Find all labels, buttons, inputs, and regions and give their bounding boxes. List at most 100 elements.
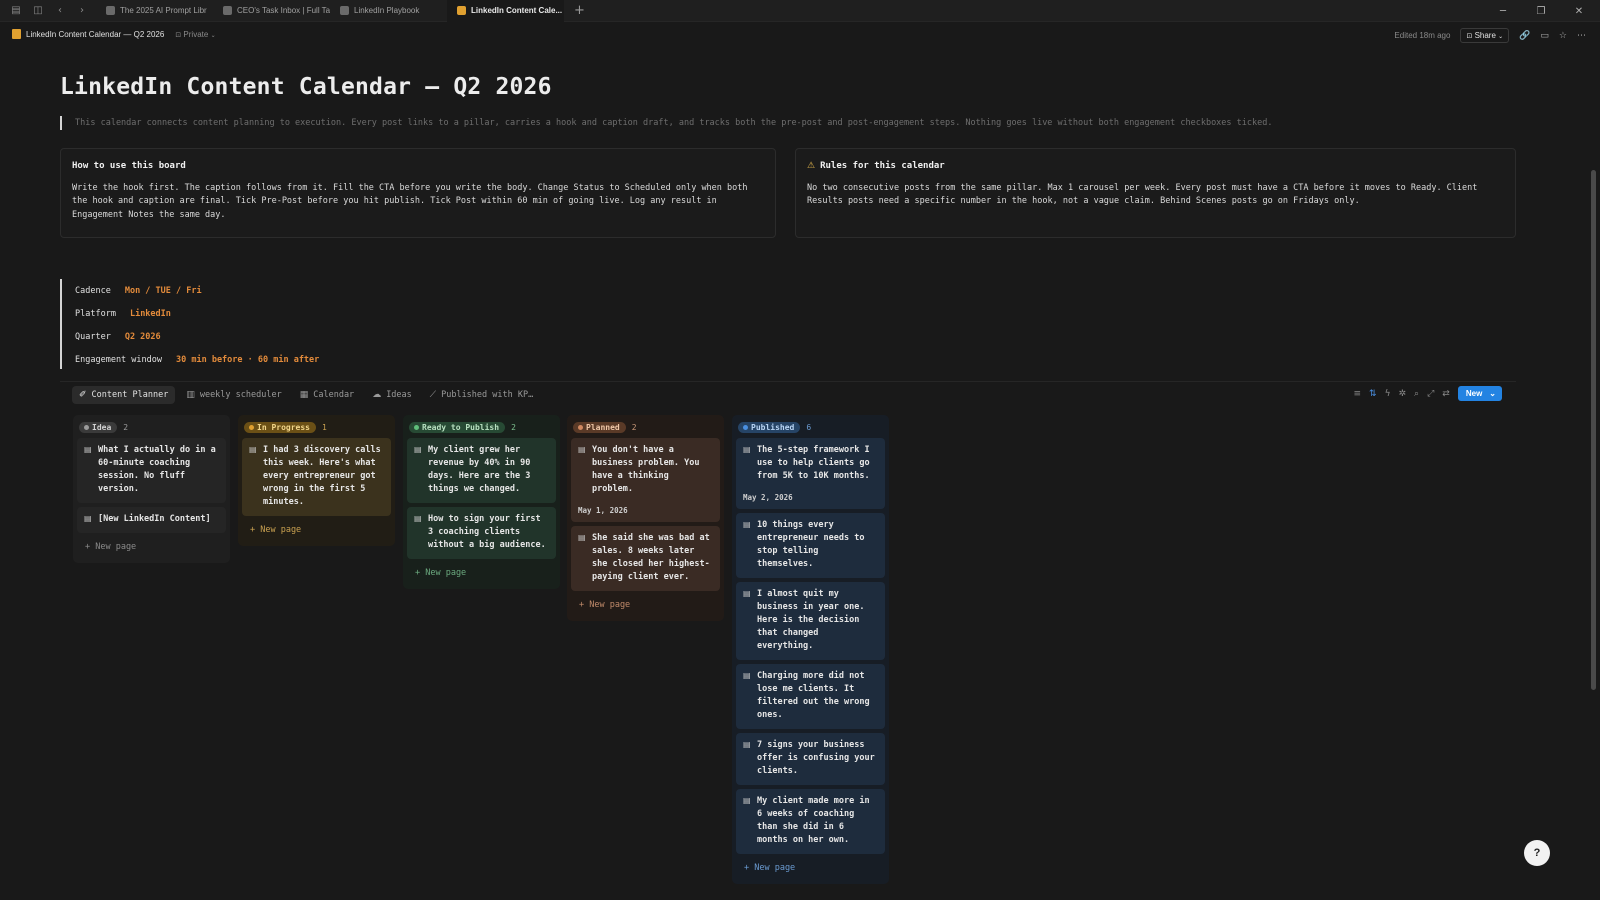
view-tab[interactable]: ☁ Ideas (365, 386, 419, 404)
view-label: Calendar (313, 389, 355, 400)
column-header[interactable]: Planned 2 (571, 419, 720, 435)
board-column: Published 6 ▤ The 5-step framework I use to… (732, 415, 889, 884)
status-dot-icon (743, 424, 748, 430)
new-dropdown-icon[interactable]: ⌄ (1489, 389, 1496, 398)
page-icon: ▤ (414, 514, 422, 523)
status-dot-icon (578, 424, 583, 430)
new-page-button[interactable]: + New page (571, 595, 720, 615)
board-card[interactable]: ▤ Charging more did not lose me clients. … (736, 664, 885, 729)
view-tab[interactable]: ⟋ Published with KP… (423, 386, 540, 404)
board-column: Planned 2 ▤ You don't have a business probl… (567, 415, 724, 621)
board-card[interactable]: ▤ The 5-step framework I use to help clie… (736, 438, 885, 509)
new-tab-button[interactable]: + (574, 3, 585, 18)
meta-label: Quarter (75, 331, 111, 342)
ai-icon[interactable]: ✲ (1399, 389, 1407, 399)
view-label: weekly scheduler (199, 389, 282, 400)
board-card[interactable]: ▤ I almost quit my business in year one. … (736, 582, 885, 660)
new-entry-button[interactable]: New ⌄ (1457, 386, 1502, 401)
privacy-badge[interactable]: ⊡ Private ⌄ (175, 30, 215, 39)
column-header[interactable]: Idea 2 (77, 419, 226, 435)
tab-favicon-icon (340, 6, 349, 15)
expand-icon[interactable]: ⤢ (1427, 389, 1434, 399)
column-header[interactable]: Published 6 (736, 419, 885, 435)
column-header[interactable]: Ready to Publish 2 (407, 419, 556, 435)
view-icon: ⟋ (429, 389, 437, 400)
board-card[interactable]: ▤ [New LinkedIn Content] (77, 507, 226, 533)
new-page-button[interactable]: + New page (77, 537, 226, 557)
status-label: Published (751, 422, 795, 432)
share-button[interactable]: ⊡ Share ⌄ (1460, 28, 1510, 43)
browser-tab[interactable]: LinkedIn Content Cale... (447, 0, 564, 22)
board-card[interactable]: ▤ 10 things every entrepreneur needs to s… (736, 513, 885, 578)
card-title: The 5-step framework I use to help clien… (757, 445, 870, 481)
page-icon: ▤ (743, 520, 751, 529)
column-count: 2 (511, 422, 516, 432)
page-icon: ▤ (84, 514, 92, 523)
search-icon[interactable]: ⌕ (1414, 389, 1419, 399)
board-card[interactable]: ▤ What I actually do in a 60-minute coach… (77, 438, 226, 503)
new-page-button[interactable]: + New page (407, 563, 556, 583)
board-card[interactable]: ▤ 7 signs your business offer is confusin… (736, 733, 885, 785)
column-count: 2 (123, 422, 129, 432)
forward-icon[interactable]: › (76, 5, 88, 17)
view-tab[interactable]: ▦ Calendar (293, 386, 361, 404)
board-card[interactable]: ▤ You don't have a business problem. You … (571, 438, 720, 522)
share-label: Share (1474, 31, 1496, 40)
help-icon: ? (1533, 847, 1541, 859)
page-icon (12, 29, 21, 39)
intro-quote: This calendar connects content planning … (60, 116, 1500, 130)
back-icon[interactable]: ‹ (54, 5, 66, 17)
board-card[interactable]: ▤ She said she was bad at sales. 8 weeks … (571, 526, 720, 591)
card-title: [New LinkedIn Content] (98, 514, 211, 524)
share-chevron-icon: ⌄ (1498, 33, 1504, 40)
view-icon: ▥ (186, 389, 195, 400)
sort-icon[interactable]: ⇅ (1369, 389, 1377, 399)
more-icon[interactable]: ⋯ (1577, 31, 1586, 41)
sidebar-toggle-icon[interactable]: ◫ (32, 5, 44, 17)
page-icon: ▤ (743, 740, 751, 749)
database-views-bar: ✐ Content Planner ▥ weekly scheduler ▦ Calend… (60, 381, 1516, 407)
filter-icon[interactable]: ≡ (1353, 389, 1361, 399)
warning-icon: ⚠ (807, 161, 816, 171)
meta-value: LinkedIn (129, 308, 171, 319)
board-column: Idea 2 ▤ What I actually do in a 60-minute … (73, 415, 230, 563)
callout-title: Rules for this calendar (820, 161, 945, 171)
scrollbar[interactable] (1591, 170, 1596, 690)
maximize-icon[interactable]: ❐ (1522, 0, 1560, 22)
settings-icon[interactable]: ⇄ (1442, 389, 1450, 399)
board-card[interactable]: ▤ I had 3 discovery calls this week. Here… (242, 438, 391, 516)
view-tab[interactable]: ▥ weekly scheduler (179, 386, 288, 404)
card-title: My client grew her revenue by 40% in 90 … (428, 445, 531, 494)
new-page-button[interactable]: + New page (736, 858, 885, 878)
view-tab[interactable]: ✐ Content Planner (72, 385, 176, 404)
board-card[interactable]: ▤ My client grew her revenue by 40% in 90… (407, 438, 556, 503)
browser-tab[interactable]: The 2025 AI Prompt Libr (96, 0, 213, 22)
minimize-icon[interactable]: ─ (1484, 0, 1522, 22)
card-title: What I actually do in a 60-minute coachi… (98, 445, 216, 494)
automation-icon[interactable]: ϟ (1385, 389, 1391, 399)
status-badge: Planned (573, 421, 626, 433)
board-card[interactable]: ▤ How to sign your first 3 coaching clien… (407, 507, 556, 559)
link-icon[interactable]: 🔗 (1519, 31, 1530, 41)
tab-favicon-icon (106, 6, 115, 15)
browser-titlebar: ▤ ◫ ‹ › The 2025 AI Prompt Libr CEO's Tas… (0, 0, 1600, 22)
new-page-button[interactable]: + New page (242, 520, 391, 540)
comment-icon[interactable]: ▭ (1540, 31, 1549, 41)
star-icon[interactable]: ☆ (1559, 31, 1567, 41)
meta-row-platform: Platform LinkedIn (75, 302, 460, 325)
view-icon: ▦ (299, 389, 309, 400)
board-card[interactable]: ▤ My client made more in 6 weeks of coach… (736, 789, 885, 854)
browser-tab[interactable]: LinkedIn Playbook (330, 0, 447, 22)
page-icon: ▤ (249, 445, 257, 454)
callout-rules: ⚠ Rules for this calendar No two consecut… (795, 148, 1516, 238)
status-dot-icon (249, 424, 254, 430)
column-header[interactable]: In Progress 1 (242, 419, 391, 435)
page-title: LinkedIn Content Calendar — Q2 2026 (60, 74, 552, 100)
close-window-icon[interactable]: ✕ (1560, 0, 1598, 22)
help-button[interactable]: ? (1524, 840, 1550, 866)
tab-label: The 2025 AI Prompt Libr (120, 6, 207, 15)
status-badge: Idea (79, 421, 118, 433)
workspace-icon[interactable]: ▤ (10, 5, 22, 17)
browser-tab[interactable]: CEO's Task Inbox | Full Task I (213, 0, 330, 22)
breadcrumb[interactable]: LinkedIn Content Calendar — Q2 2026 ⊡ Pr… (12, 29, 216, 39)
